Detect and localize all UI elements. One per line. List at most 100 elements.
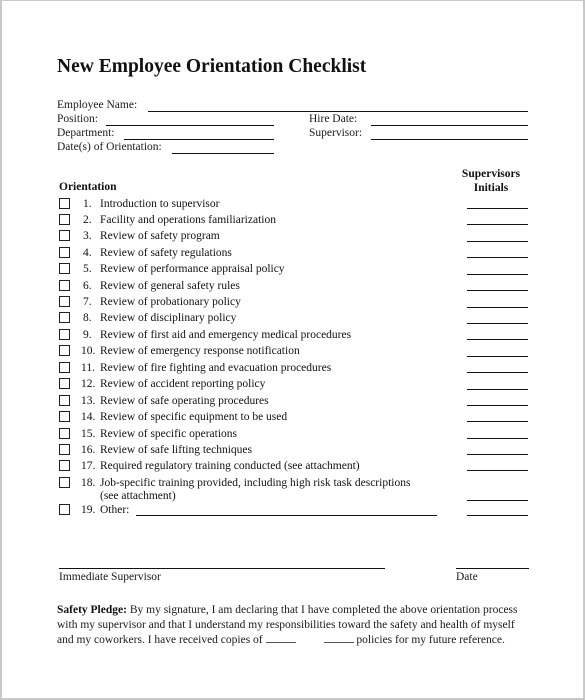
initials-field[interactable] [467,470,528,471]
page-title: New Employee Orientation Checklist [57,56,367,77]
item-number: 10. [81,345,96,357]
initials-field[interactable] [467,208,528,209]
item-text: Review of probationary policy [100,296,241,308]
item-number: 11. [81,362,95,374]
checkbox[interactable] [59,312,70,323]
pledge-text-line3a: and my coworkers. I have received copies… [57,634,266,646]
initials-field[interactable] [467,454,528,455]
item-number: 19. [81,504,96,516]
initials-field[interactable] [467,274,528,275]
supervisors-initials-heading: Supervisors Initials [446,167,536,195]
item-text: Review of fire fighting and evacuation p… [100,362,332,374]
pledge-text-line2: with my supervisor and that I understand… [57,619,515,631]
initials-field[interactable] [467,421,528,422]
initials-field[interactable] [467,515,528,516]
hire-date-label: Hire Date: [309,113,358,125]
item-text: Review of safe lifting techniques [100,444,253,456]
department-label: Department: [57,127,115,139]
item-text-continuation: (see attachment) [100,490,176,502]
initials-field[interactable] [467,405,528,406]
orientation-dates-field[interactable] [172,153,274,154]
checkbox[interactable] [59,280,70,291]
policy-blank-1[interactable] [265,634,296,643]
item-number: 5. [83,263,92,275]
item-number: 4. [83,247,92,259]
initials-field[interactable] [467,389,528,390]
item-text: Review of emergency response notificatio… [100,345,300,357]
checkbox[interactable] [59,345,70,356]
checkbox[interactable] [59,378,70,389]
department-field[interactable] [124,139,274,140]
pledge-text-line3b: policies for my future reference. [353,634,505,646]
checkbox[interactable] [59,230,70,241]
checkbox[interactable] [59,296,70,307]
item-number: 16. [81,444,96,456]
checkbox[interactable] [59,198,70,209]
checkbox[interactable] [59,504,70,515]
initials-field[interactable] [467,500,528,501]
item-number: 17. [81,460,96,472]
item-text: Review of safety program [100,230,220,242]
supervisor-label: Supervisor: [309,127,363,139]
safety-pledge: Safety Pledge: By my signature, I am dec… [57,603,537,648]
initials-field[interactable] [467,323,528,324]
item-text: Other: [100,504,130,516]
supervisor-signature-field[interactable] [59,568,385,569]
item-number: 2. [83,214,92,226]
initials-heading-line1: Supervisors [461,168,521,180]
checkbox[interactable] [59,263,70,274]
initials-field[interactable] [467,339,528,340]
item-number: 3. [83,230,92,242]
item-number: 8. [83,312,92,324]
signature-date-field[interactable] [456,568,529,569]
item-text: Review of first aid and emergency medica… [100,329,352,341]
initials-field[interactable] [467,241,528,242]
item-text: Job-specific training provided, includin… [100,477,411,489]
initials-field[interactable] [467,224,528,225]
checkbox[interactable] [59,411,70,422]
checkbox[interactable] [59,329,70,340]
initials-field[interactable] [467,372,528,373]
immediate-supervisor-label: Immediate Supervisor [59,571,161,583]
pledge-text-line1: By my signature, I am declaring that I h… [126,604,518,616]
checkbox[interactable] [59,428,70,439]
initials-field[interactable] [467,307,528,308]
item-number: 12. [81,378,96,390]
item-text: Review of safe operating procedures [100,395,269,407]
item-text: Review of general safety rules [100,280,240,292]
policy-blank-2[interactable] [323,634,354,643]
initials-field[interactable] [467,356,528,357]
checkbox[interactable] [59,214,70,225]
document-page: New Employee Orientation Checklist Emplo… [0,0,585,700]
checkbox[interactable] [59,444,70,455]
checkbox[interactable] [59,247,70,258]
initials-field[interactable] [467,290,528,291]
item-number: 1. [83,198,92,210]
employee-name-label: Employee Name: [57,99,138,111]
other-field[interactable] [136,515,437,516]
item-number: 9. [83,329,92,341]
safety-pledge-heading: Safety Pledge: [57,604,127,616]
item-text: Facility and operations familiarization [100,214,276,226]
item-number: 7. [83,296,92,308]
initials-field[interactable] [467,438,528,439]
orientation-dates-label: Date(s) of Orientation: [57,141,162,153]
item-text: Required regulatory training conducted (… [100,460,360,472]
item-number: 6. [83,280,92,292]
initials-field[interactable] [467,257,528,258]
item-number: 18. [81,477,96,489]
item-text: Introduction to supervisor [100,198,220,210]
section-heading-orientation: Orientation [59,181,117,193]
employee-name-field[interactable] [148,111,528,112]
item-text: Review of performance appraisal policy [100,263,285,275]
supervisor-field[interactable] [371,139,528,140]
position-field[interactable] [106,125,274,126]
item-number: 15. [81,428,96,440]
item-text: Review of accident reporting policy [100,378,266,390]
checkbox[interactable] [59,395,70,406]
item-text: Review of disciplinary policy [100,312,237,324]
hire-date-field[interactable] [371,125,528,126]
checkbox[interactable] [59,460,70,471]
checkbox[interactable] [59,362,70,373]
checkbox[interactable] [59,477,70,488]
